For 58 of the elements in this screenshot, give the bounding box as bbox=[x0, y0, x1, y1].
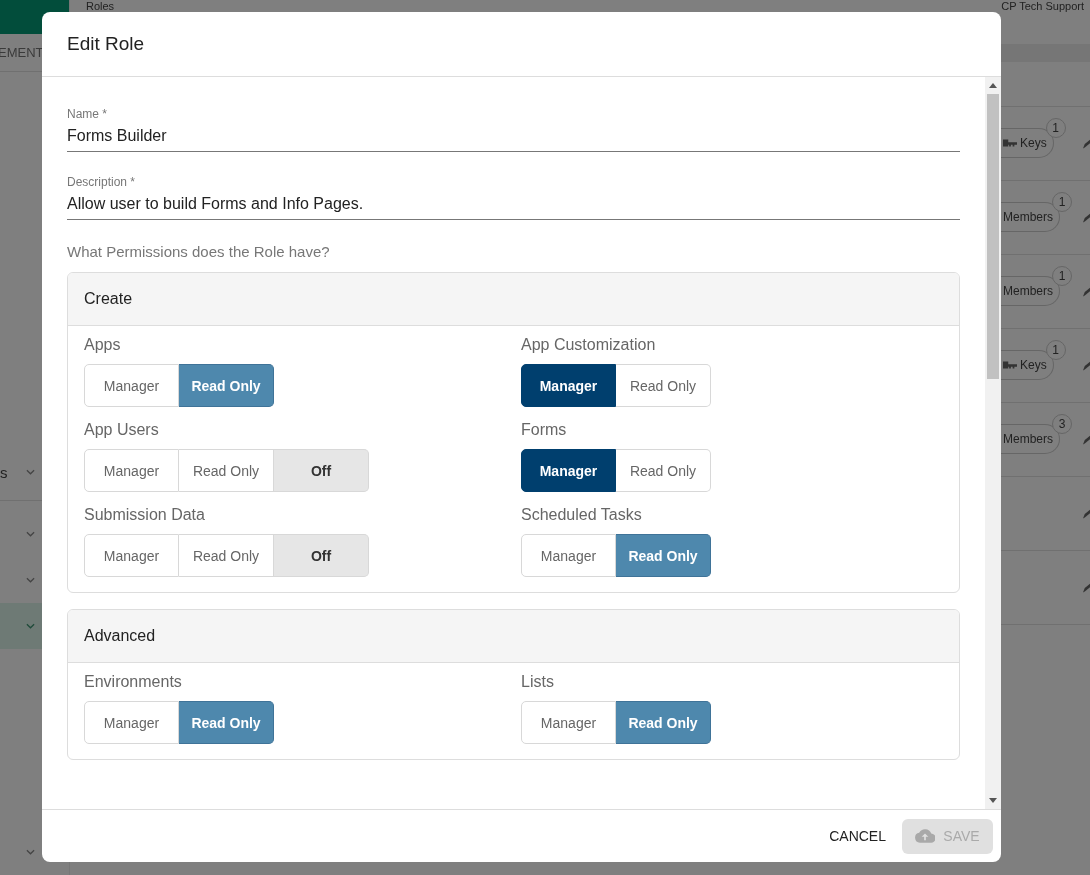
permission-label: Scheduled Tasks bbox=[521, 506, 643, 524]
chevron-down-icon bbox=[26, 623, 35, 629]
pencil-icon[interactable] bbox=[1083, 286, 1090, 297]
dialog-title: Edit Role bbox=[67, 33, 145, 55]
key-icon bbox=[1003, 360, 1017, 369]
option-toggle[interactable]: Manager bbox=[84, 364, 179, 407]
text-field[interactable]: Description * Allow user to build Forms and Info Pages. bbox=[67, 175, 960, 220]
page-title: Roles bbox=[86, 0, 115, 12]
option-toggle[interactable]: Read Only bbox=[616, 534, 711, 577]
pencil-icon[interactable] bbox=[1083, 360, 1090, 371]
section-title: Create bbox=[84, 290, 133, 308]
option-toggle[interactable]: Read Only bbox=[179, 534, 274, 577]
permission-label: Environments bbox=[84, 673, 183, 691]
option-toggle[interactable]: Read Only bbox=[616, 449, 711, 492]
option-toggle[interactable]: Manager bbox=[521, 364, 616, 407]
key-icon bbox=[1003, 138, 1017, 147]
option-toggle[interactable]: Off bbox=[274, 534, 369, 577]
count-badge: 1 bbox=[1052, 191, 1072, 212]
section-title: Advanced bbox=[84, 627, 156, 645]
pencil-icon[interactable] bbox=[1083, 508, 1090, 519]
scroll-up-icon[interactable] bbox=[989, 83, 997, 88]
chevron-down-icon bbox=[26, 577, 35, 583]
scrollbar[interactable] bbox=[985, 77, 1001, 809]
permission-label: Submission Data bbox=[84, 506, 206, 524]
question-text: What Permissions does the Role have? bbox=[67, 243, 331, 260]
option-toggle[interactable]: Read Only bbox=[179, 449, 274, 492]
pencil-icon[interactable] bbox=[1083, 434, 1090, 445]
permission-label: App Customization bbox=[521, 336, 657, 354]
chevron-down-icon bbox=[26, 531, 35, 537]
option-toggle[interactable]: Manager bbox=[521, 449, 616, 492]
pencil-icon[interactable] bbox=[1083, 138, 1090, 149]
option-toggle[interactable]: Manager bbox=[84, 449, 179, 492]
cloud-upload-icon bbox=[915, 829, 936, 843]
option-toggle[interactable]: Manager bbox=[84, 701, 179, 744]
chevron-down-icon bbox=[26, 849, 35, 855]
cancel-button[interactable]: CANCEL bbox=[829, 820, 886, 852]
count-badge: 1 bbox=[1052, 265, 1072, 286]
chevron-down-icon bbox=[26, 469, 35, 475]
permission-label: Lists bbox=[521, 673, 555, 691]
count-badge: 1 bbox=[1045, 339, 1066, 360]
permission-label: Apps bbox=[84, 336, 122, 354]
scroll-down-icon[interactable] bbox=[989, 798, 997, 803]
option-toggle[interactable]: Read Only bbox=[179, 701, 274, 744]
option-toggle[interactable]: Read Only bbox=[616, 701, 711, 744]
count-badge: 3 bbox=[1052, 413, 1072, 434]
option-toggle[interactable]: Manager bbox=[521, 701, 616, 744]
text-field[interactable]: Name * Forms Builder bbox=[67, 107, 960, 152]
permission-label: Forms bbox=[521, 421, 568, 439]
permission-label: App Users bbox=[84, 421, 160, 439]
option-toggle[interactable]: Manager bbox=[521, 534, 616, 577]
option-toggle[interactable]: Off bbox=[274, 449, 369, 492]
option-toggle[interactable]: Manager bbox=[84, 534, 179, 577]
option-toggle[interactable]: Read Only bbox=[179, 364, 274, 407]
pencil-icon[interactable] bbox=[1083, 212, 1090, 223]
count-badge: 1 bbox=[1045, 117, 1066, 138]
pencil-icon[interactable] bbox=[1083, 582, 1090, 593]
option-toggle[interactable]: Read Only bbox=[616, 364, 711, 407]
account-name: CP Tech Support bbox=[1001, 0, 1084, 12]
